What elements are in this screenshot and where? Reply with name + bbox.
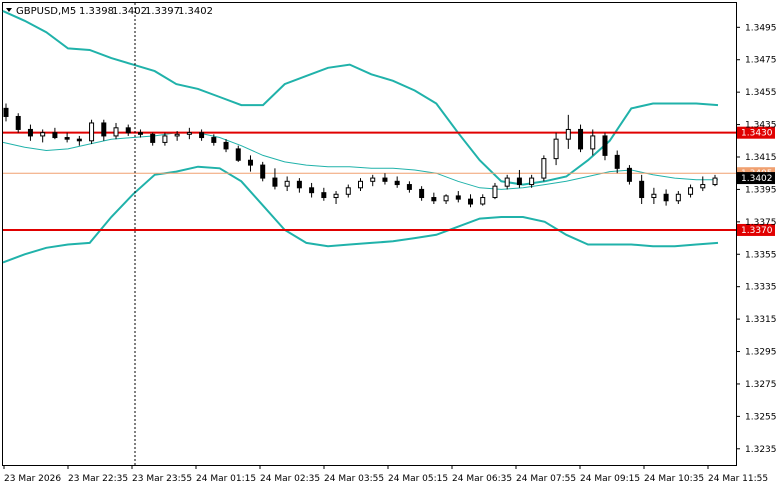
candle-body xyxy=(578,128,584,150)
candle-body xyxy=(675,193,681,202)
candle xyxy=(541,155,547,182)
candle-body xyxy=(602,135,608,156)
candle-body xyxy=(40,132,46,137)
candle-body xyxy=(27,128,33,137)
candle-body xyxy=(174,133,180,137)
y-tick-label: 1.3275 xyxy=(745,380,777,390)
ohlc-low: 1.3397 xyxy=(145,6,180,17)
candle xyxy=(15,113,21,133)
candle-body xyxy=(492,185,498,199)
candle-body xyxy=(272,177,278,187)
candle-body xyxy=(712,177,718,186)
candle-body xyxy=(565,128,571,140)
x-tick-label: 23 Mar 22:35 xyxy=(68,474,128,484)
x-tick-label: 24 Mar 02:35 xyxy=(260,474,320,484)
candle-body xyxy=(651,193,657,199)
ohlc-close: 1.3402 xyxy=(178,6,213,17)
candle-body xyxy=(150,133,156,143)
candle-body xyxy=(541,158,547,179)
y-tick-label: 1.3295 xyxy=(745,348,777,358)
y-tick-label: 1.3435 xyxy=(745,121,777,131)
candle-body xyxy=(137,132,143,135)
x-tick-label: 23 Mar 2026 xyxy=(4,474,61,484)
y-tick-label: 1.3395 xyxy=(745,185,777,195)
candle-body xyxy=(113,127,119,137)
candle xyxy=(260,161,266,182)
candle-body xyxy=(504,177,510,187)
x-tick-label: 24 Mar 01:15 xyxy=(196,474,256,484)
candle-body xyxy=(309,187,315,194)
x-tick-label: 24 Mar 06:35 xyxy=(452,474,512,484)
candle-body xyxy=(700,184,706,189)
candle-body xyxy=(247,159,253,166)
candle-body xyxy=(89,122,95,142)
candle-body xyxy=(626,167,632,182)
candle-body xyxy=(199,132,205,139)
candle-body xyxy=(3,107,9,117)
candle-body xyxy=(235,148,241,161)
x-tick-label: 24 Mar 05:15 xyxy=(388,474,448,484)
candle-body xyxy=(663,193,669,202)
current-price-label: 1.3402 xyxy=(741,174,773,184)
ohlc-high: 1.3402 xyxy=(112,6,147,17)
candle-body xyxy=(553,138,559,160)
candle-body xyxy=(284,180,290,187)
candle-body xyxy=(345,187,351,195)
candle-body xyxy=(296,180,302,189)
chart-background xyxy=(0,0,781,489)
candle-body xyxy=(614,154,620,169)
candle-body xyxy=(443,195,449,202)
candle-body xyxy=(358,180,363,189)
candle-body xyxy=(382,177,388,182)
candle-body xyxy=(455,195,461,200)
candle-body xyxy=(162,135,168,143)
candle-body xyxy=(639,180,645,199)
candle-body xyxy=(480,197,486,205)
candle-body xyxy=(223,141,229,150)
candle-body xyxy=(431,197,437,202)
candle xyxy=(626,165,632,185)
x-tick-label: 24 Mar 11:55 xyxy=(708,474,768,484)
candle-body xyxy=(64,137,70,140)
candle-body xyxy=(529,177,535,186)
y-tick-label: 1.3335 xyxy=(745,283,777,293)
candle-body xyxy=(101,122,107,137)
y-tick-label: 1.3255 xyxy=(745,412,777,422)
x-tick-label: 24 Mar 10:35 xyxy=(644,474,704,484)
candle-body xyxy=(688,187,694,195)
y-tick-label: 1.3455 xyxy=(745,88,777,98)
x-tick-label: 24 Mar 03:55 xyxy=(324,474,384,484)
candle-body xyxy=(260,164,266,179)
y-tick-label: 1.3355 xyxy=(745,250,777,260)
ohlc-open: 1.3398 xyxy=(79,6,114,17)
symbol-header: GBPUSD,M5 1.3398 1.3402 1.3397 1.3402 xyxy=(6,6,213,17)
candle-body xyxy=(321,192,327,199)
y-tick-label: 1.3235 xyxy=(745,445,777,455)
candle-body xyxy=(186,132,192,135)
y-tick-label: 1.3475 xyxy=(745,56,777,66)
candle-body xyxy=(516,177,522,186)
x-tick-label: 24 Mar 09:15 xyxy=(580,474,640,484)
candle-body xyxy=(125,127,131,134)
candle-body xyxy=(406,184,412,190)
y-tick-label: 1.3495 xyxy=(745,23,777,33)
symbol-label: GBPUSD,M5 xyxy=(16,6,76,17)
candle-body xyxy=(419,188,425,199)
x-tick-label: 23 Mar 23:55 xyxy=(132,474,192,484)
chart-area: 1.34051.34301.33701.3402 1.34951.34751.3… xyxy=(0,0,781,489)
candle-body xyxy=(590,135,596,150)
y-tick-label: 1.3375 xyxy=(745,218,777,228)
y-tick-label: 1.3415 xyxy=(745,153,777,163)
candle-body xyxy=(370,177,376,182)
x-tick-label: 24 Mar 07:55 xyxy=(516,474,576,484)
candle-body xyxy=(333,193,339,199)
candle-body xyxy=(468,198,474,205)
candle-body xyxy=(394,180,400,186)
candle xyxy=(89,119,95,145)
candle-body xyxy=(211,137,217,143)
candle-body xyxy=(15,115,21,130)
candle-body xyxy=(76,138,82,142)
y-tick-label: 1.3315 xyxy=(745,315,777,325)
candle-body xyxy=(52,132,58,139)
